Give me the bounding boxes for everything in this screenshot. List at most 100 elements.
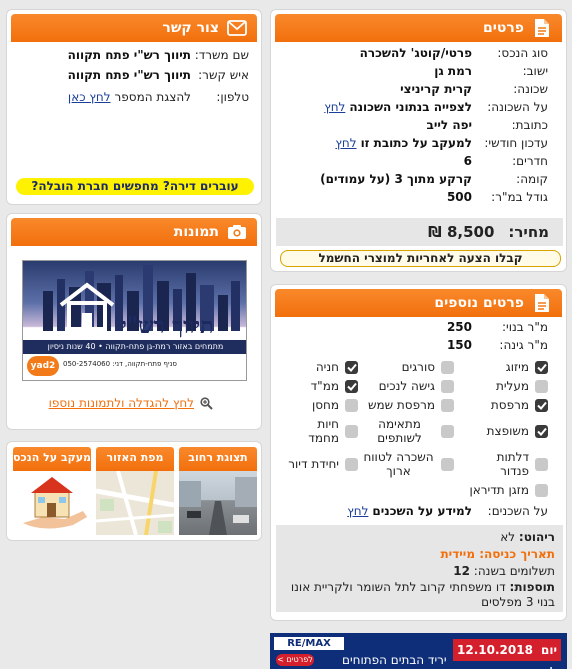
feature-sun-balcony[interactable]: מרפסת שמש [368,398,454,412]
enlarge-row: לחץ להגדלה ולתמונות נוספו [49,394,213,412]
checkbox-unchecked[interactable] [441,360,454,374]
detail-row: גודל במ"ר: 500 [446,190,548,204]
document-icon [532,293,552,313]
feature-parking[interactable]: חניה [316,360,358,374]
feature-pets[interactable]: חיות מחמד [288,417,358,445]
envelope-icon [227,18,247,38]
checkbox-unchecked[interactable] [441,457,454,471]
checkbox-checked[interactable] [345,379,358,393]
detail-row: ישוב: רמת גן [434,64,548,78]
contact-header: צור קשר [11,14,257,42]
document-icon [532,18,552,38]
contact-person-row: איש קשר: תיווך רש"י פתח תקווה [67,68,249,82]
detail-row: חדרים: 6 [463,154,548,168]
feature-roommates[interactable]: מתאימה לשותפים [364,417,454,445]
office-name-row: שם משרד: תיווך רש"י פתח תקווה [67,48,249,62]
checkbox-unchecked[interactable] [345,424,358,438]
moving-company-banner[interactable]: עוברים דירה? מחפשים חברת הובלה? [16,178,254,195]
photos-header: תמונות [11,218,257,246]
details-title: פרטים [482,20,524,36]
detail-row: כתובת: יפה לייב [426,118,549,132]
built-area-row: מ"ר בנוי: 250 [446,320,548,334]
checkbox-unchecked[interactable] [345,398,358,412]
area-map-card[interactable]: מפת האזור [96,447,174,535]
feature-renovated[interactable]: משופצת [487,424,548,438]
detail-row: שכונה: קרית קריניצי [400,82,548,96]
neighbors-link[interactable]: לחץ [347,502,368,520]
contact-title: צור קשר [162,20,219,36]
office-name: תיווך רש"י פתח תקווה [67,48,191,62]
ad-text: יריד הבתים הפתוחים [342,653,447,667]
more-details-header: פרטים נוספים [275,289,562,317]
detail-row: סוג הנכס: פרטי/קוטג' להשכרה [359,46,548,60]
property-watch-card[interactable]: מעקב על הנכס [13,447,91,535]
street-view-icon [179,471,257,535]
checkbox-checked[interactable] [535,424,548,438]
house-logo [59,282,115,331]
ad-date-box: יום ו' 12.10.2018 [453,639,561,669]
checkbox-unchecked[interactable] [441,398,454,412]
extras-row: תוספות: דו משפחתי קרוב לתל השומר ולקריית… [290,580,555,609]
feature-storage[interactable]: מחסן [312,398,358,412]
checkbox-unchecked[interactable] [535,457,548,471]
extra-info-box: ריהוט: לא תאריך כניסה: מיידית תשלומים בש… [276,525,563,612]
checkbox-checked[interactable] [535,360,548,374]
feature-long-term[interactable]: השכרה לטווח ארוך [362,450,454,478]
furniture-row: ריהוט: לא [500,530,555,544]
feature-balcony[interactable]: מרפסת [491,398,548,412]
contact-panel: צור קשר שם משרד: תיווך רש"י פתח תקווה אי… [6,9,262,205]
street-view-label: תצוגת רחוב [179,447,257,471]
phone-row: טלפון: להצגת המספר לחץ כאן [67,88,249,106]
checkbox-unchecked[interactable] [441,379,454,393]
neighborhood-link[interactable]: לחץ [324,98,345,116]
price-label: מחיר: [508,223,549,241]
detail-row: עדכון חודשי: למעקב על כתובת זו לחץ [335,134,548,152]
banner-footer: סניף פתח-תקווה, דני: 050-2574060 [63,360,177,368]
detail-row: קומה: קרקע מתוך 3 (על עמודים) [320,172,548,186]
checkbox-checked[interactable] [345,360,358,374]
checkbox-unchecked[interactable] [345,457,358,471]
feature-pandor-doors[interactable]: דלתות פנדור [468,450,548,478]
house-in-hand-icon [13,471,91,535]
price-box: מחיר: 8,500 ₪ [276,218,563,246]
checkbox-unchecked[interactable] [441,424,454,438]
neighbors-row: על השכנים: למידע על השכנים לחץ [347,502,548,520]
checkbox-checked[interactable] [535,398,548,412]
street-view-card[interactable]: תצוגת רחוב [179,447,257,535]
price-value: 8,500 ₪ [428,223,495,241]
feature-tadiran-ac[interactable]: מזגן תדיראן [469,483,548,497]
banner-tagline: מתמחים באזור רמת-גן פתח-תקווה • 40 שנות … [23,340,246,354]
checkbox-unchecked[interactable] [535,483,548,497]
enlarge-photos-link[interactable]: לחץ להגדלה ולתמונות נוספו [49,394,194,412]
contact-person: תיווך רש"י פתח תקווה [67,68,191,82]
electric-warranty-banner[interactable]: קבלו הצעה לאחריות למוצרי החשמל [280,250,561,267]
map-icon [96,471,174,535]
feature-safe-room[interactable]: ממ"ד [311,379,358,393]
feature-bars[interactable]: סורגים [402,360,454,374]
banner-title: תיווך רש"י [121,313,214,339]
garden-area-row: מ"ר גינה: 150 [446,338,548,352]
payments-row: תשלומים בשנה: 12 [453,564,555,578]
more-details-panel: פרטים נוספים מ"ר בנוי: 250 מ"ר גינה: 150… [270,284,567,621]
property-watch-label: מעקב על הנכס [13,447,91,471]
entry-date-row: תאריך כניסה: מיידית [440,547,555,561]
checkbox-unchecked[interactable] [535,379,548,393]
ad-more-button[interactable]: לפרטים > [276,654,314,666]
feature-housing-unit[interactable]: יחידת דיור [288,457,358,471]
feature-elevator[interactable]: מעלית [496,379,548,393]
more-details-title: פרטים נוספים [434,295,524,311]
zoom-icon[interactable] [200,396,213,410]
details-header: פרטים [275,14,562,42]
show-phone-link[interactable]: לחץ כאן [68,88,111,106]
feature-accessible[interactable]: גישה לנכים [379,379,454,393]
remax-ad-banner[interactable]: RE/MAX לפרטים > יום ו' 12.10.2018 יריד ה… [270,633,567,669]
details-panel: פרטים סוג הנכס: פרטי/קוטג' להשכרה ישוב: רמ… [270,9,567,272]
property-photo[interactable]: תיווך רש"י מתמחים באזור רמת-גן פתח-תקווה… [22,260,247,381]
remax-logo: RE/MAX [274,637,344,650]
camera-icon [227,222,247,242]
yad2-logo: yad2 [27,356,59,376]
detail-row: על השכונה: לצפייה בנתוני השכונה לחץ [324,98,548,116]
address-watch-link[interactable]: לחץ [335,134,356,152]
feature-ac[interactable]: מיזוג [506,360,548,374]
photos-title: תמונות [173,224,219,240]
